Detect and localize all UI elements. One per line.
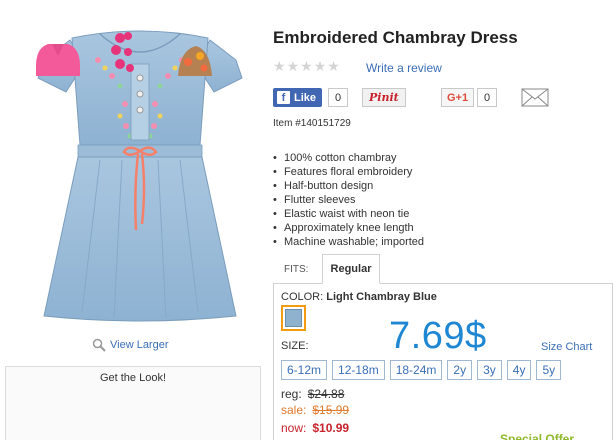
- pinterest-button[interactable]: Pinit: [362, 88, 406, 107]
- regular-price: reg: $24.88: [281, 387, 344, 401]
- size-options: 6-12m 12-18m 18-24m 2y 3y 4y 5y: [281, 360, 562, 380]
- star-icon: ★: [313, 58, 327, 74]
- star-icon: ★: [300, 58, 313, 74]
- size-label: SIZE:: [281, 340, 309, 352]
- star-icon: ★: [286, 58, 300, 74]
- feature-item: Features floral embroidery: [273, 165, 424, 179]
- color-swatch-light-chambray-blue[interactable]: [281, 305, 306, 331]
- view-larger-label: View Larger: [110, 339, 169, 351]
- feature-item: Machine washable; imported: [273, 235, 424, 249]
- now-price-label: now:: [281, 421, 307, 435]
- size-chart-link[interactable]: Size Chart: [541, 341, 592, 353]
- star-icon: ★: [273, 58, 286, 74]
- feature-item: Elastic waist with neon tie: [273, 207, 424, 221]
- sandals-thumbnail[interactable]: [178, 46, 212, 76]
- size-button-4y[interactable]: 4y: [506, 360, 532, 380]
- fits-label: FITS:: [284, 264, 309, 275]
- now-price: now: $10.99: [281, 421, 349, 435]
- write-review-link[interactable]: Write a review: [366, 61, 442, 75]
- size-button-6-12m[interactable]: 6-12m: [281, 360, 328, 380]
- size-button-3y[interactable]: 3y: [477, 360, 502, 380]
- facebook-like-button[interactable]: f Like: [273, 88, 323, 107]
- google-plus-button[interactable]: G+1: [441, 88, 475, 107]
- get-the-look-panel: Get the Look!: [5, 366, 261, 440]
- feature-list: 100% cotton chambray Features floral emb…: [273, 151, 424, 249]
- sale-price-label: sale:: [281, 403, 307, 417]
- feature-item: Half-button design: [273, 179, 424, 193]
- size-button-5y[interactable]: 5y: [536, 360, 562, 380]
- get-the-look-title: Get the Look!: [99, 372, 167, 384]
- feature-item: Flutter sleeves: [273, 193, 424, 207]
- swatch-fill: [285, 309, 302, 327]
- sale-price-value: $15.99: [312, 403, 350, 417]
- regular-price-value: $24.88: [307, 387, 345, 401]
- facebook-like-count: 0: [328, 88, 348, 107]
- rating-stars[interactable]: ★ ★ ★ ★ ★: [273, 59, 340, 73]
- product-title: Embroidered Chambray Dress: [273, 28, 518, 47]
- pink-cardigan-thumbnail[interactable]: [36, 44, 80, 76]
- regular-price-label: reg:: [281, 387, 302, 401]
- facebook-icon: f: [277, 91, 290, 104]
- size-button-18-24m[interactable]: 18-24m: [389, 360, 443, 380]
- facebook-like-label: Like: [294, 91, 317, 104]
- feature-item: 100% cotton chambray: [273, 151, 424, 165]
- color-label: COLOR: Light Chambray Blue: [281, 291, 437, 303]
- get-the-look-items: [36, 32, 212, 76]
- star-icon: ★: [327, 58, 340, 74]
- color-heading: COLOR:: [281, 291, 324, 303]
- size-button-12-18m[interactable]: 12-18m: [332, 360, 385, 380]
- feature-item: Approximately knee length: [273, 221, 424, 235]
- view-larger-link[interactable]: View Larger: [92, 338, 169, 352]
- color-value: Light Chambray Blue: [326, 291, 437, 303]
- magnifier-icon: [92, 338, 106, 352]
- now-price-value: $10.99: [312, 421, 350, 435]
- envelope-icon[interactable]: [521, 88, 549, 107]
- tab-regular[interactable]: Regular: [322, 254, 380, 284]
- google-plus-count: 0: [477, 88, 497, 107]
- size-button-2y[interactable]: 2y: [447, 360, 473, 380]
- special-offer-link[interactable]: Special Offer: [500, 432, 574, 440]
- sale-price: sale: $15.99: [281, 403, 349, 417]
- hair-bows-thumbnail[interactable]: [111, 32, 134, 72]
- overlay-price: 7.69$: [389, 315, 487, 357]
- item-number: Item #140151729: [273, 118, 351, 129]
